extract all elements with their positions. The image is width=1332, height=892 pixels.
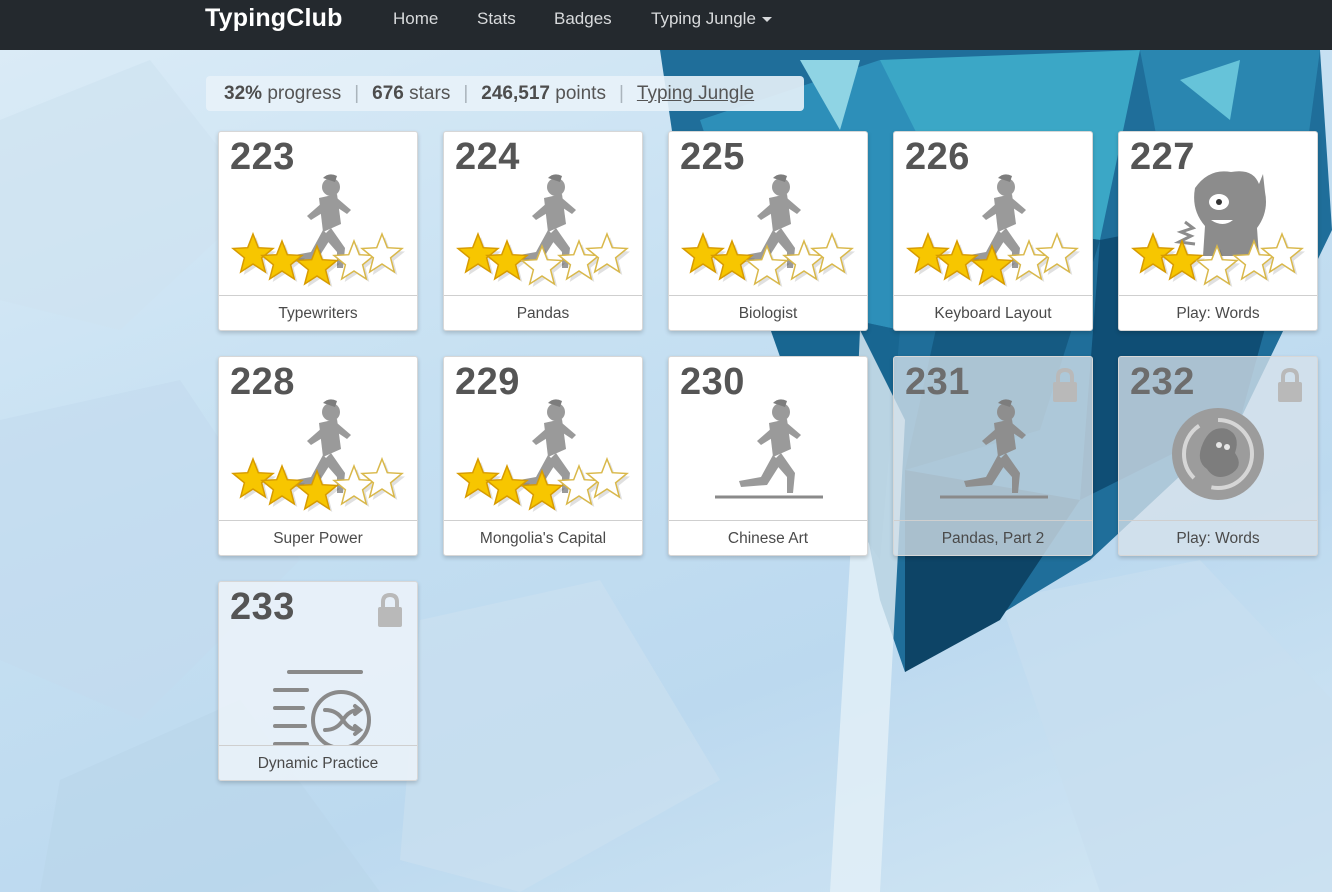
- separator: |: [354, 83, 360, 104]
- lesson-title: Pandas, Part 2: [894, 520, 1092, 555]
- lesson-card[interactable]: 226 Keyboard Layout: [893, 131, 1093, 331]
- shuffle-list-icon: [273, 670, 371, 746]
- progress-summary: 32% progress | 676 stars | 246,517 points | Ty…: [206, 76, 804, 111]
- brand-logo[interactable]: TypingClub: [205, 4, 343, 33]
- lock-icon: [1053, 367, 1077, 402]
- separator: |: [618, 83, 624, 104]
- lesson-number: 223: [230, 136, 295, 178]
- lesson-number: 229: [455, 361, 520, 403]
- lesson-title: Play: Words: [1119, 295, 1317, 330]
- lesson-title: Play: Words: [1119, 520, 1317, 555]
- stars-label: stars: [409, 83, 451, 104]
- lesson-title: Keyboard Layout: [894, 295, 1092, 330]
- lesson-number: 232: [1130, 361, 1195, 403]
- lock-icon: [1278, 367, 1302, 402]
- lesson-title: Mongolia's Capital: [444, 520, 642, 555]
- nav-typing-jungle-label: Typing Jungle: [651, 9, 756, 28]
- lesson-card[interactable]: 232 Play: Words: [1118, 356, 1318, 556]
- lesson-title: Chinese Art: [669, 520, 867, 555]
- lesson-card[interactable]: 224 Pandas: [443, 131, 643, 331]
- lesson-title: Typewriters: [219, 295, 417, 330]
- progress-value: 32%: [224, 83, 263, 104]
- nav-stats[interactable]: Stats: [477, 9, 516, 29]
- game-icon: [1172, 408, 1264, 500]
- lesson-card[interactable]: 229 Mongolia's Capital: [443, 356, 643, 556]
- lesson-number: 228: [230, 361, 295, 403]
- nav-badges[interactable]: Badges: [554, 9, 612, 29]
- stars-value: 676: [372, 83, 404, 104]
- lesson-number: 226: [905, 136, 970, 178]
- lesson-number: 230: [680, 361, 745, 403]
- lesson-number: 227: [1130, 136, 1195, 178]
- points-value: 246,517: [481, 83, 550, 104]
- lesson-card[interactable]: 233 Dynamic Practice: [218, 581, 418, 781]
- course-link[interactable]: Typing Jungle: [637, 83, 754, 104]
- lock-icon: [378, 592, 402, 627]
- nav-typing-jungle-dropdown[interactable]: Typing Jungle: [651, 9, 772, 29]
- lesson-title: Biologist: [669, 295, 867, 330]
- lesson-number: 225: [680, 136, 745, 178]
- lesson-title: Pandas: [444, 295, 642, 330]
- lesson-number: 224: [455, 136, 520, 178]
- lesson-number: 231: [905, 361, 970, 403]
- separator: |: [463, 83, 469, 104]
- nav-home[interactable]: Home: [393, 9, 438, 29]
- lesson-title: Super Power: [219, 520, 417, 555]
- lesson-card[interactable]: 230 Chinese Art: [668, 356, 868, 556]
- lesson-card[interactable]: 227 Play: Words: [1118, 131, 1318, 331]
- lesson-card[interactable]: 228 Super Power: [218, 356, 418, 556]
- lesson-card[interactable]: 231 Pandas, Part 2: [893, 356, 1093, 556]
- caret-down-icon: [761, 17, 772, 23]
- points-label: points: [555, 83, 606, 104]
- runner-icon: [964, 399, 1026, 493]
- lesson-number: 233: [230, 586, 295, 628]
- runner-icon: [739, 399, 801, 493]
- lesson-title: Dynamic Practice: [219, 745, 417, 780]
- progress-label: progress: [267, 83, 342, 104]
- top-navbar: TypingClub Home Stats Badges Typing Jung…: [0, 0, 1332, 50]
- lesson-card[interactable]: 225 Biologist: [668, 131, 868, 331]
- lesson-card[interactable]: 223 Typewriters: [218, 131, 418, 331]
